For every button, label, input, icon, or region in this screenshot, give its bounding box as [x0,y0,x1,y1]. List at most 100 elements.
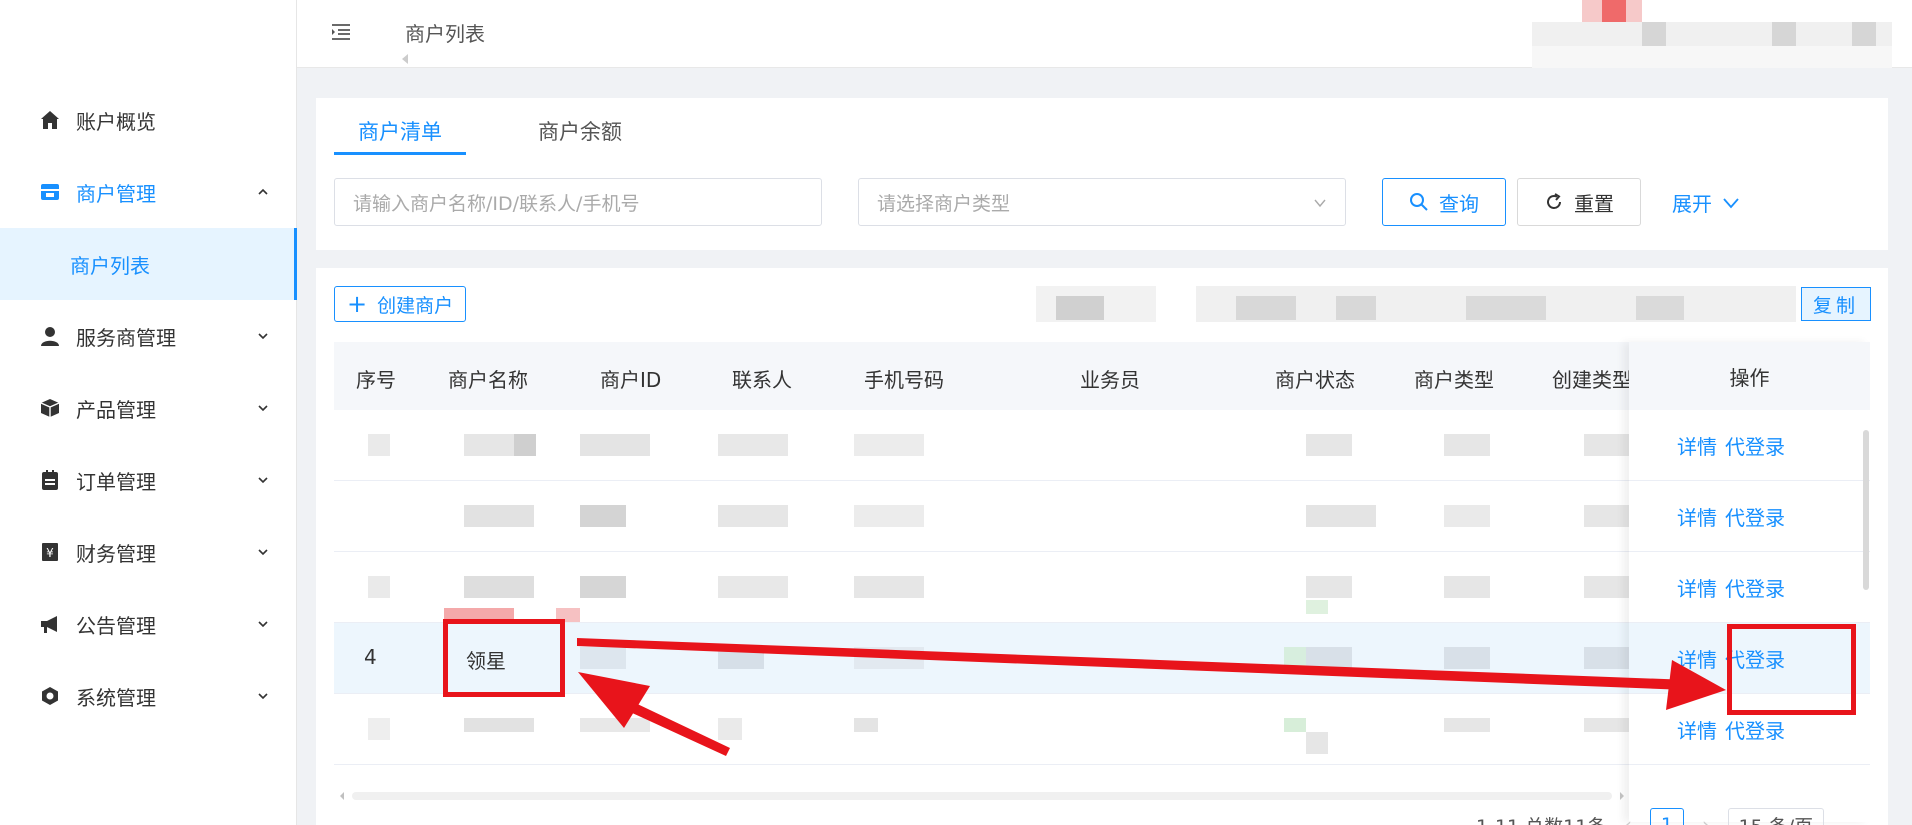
proxy-login-link[interactable]: 代登录 [1725,502,1785,531]
chevron-up-icon [258,188,268,195]
create-merchant-button[interactable]: + 创建商户 [334,286,467,322]
refresh-icon [1547,193,1561,209]
pixelated-cell [718,718,742,740]
copy-button-label: 复制 [1812,294,1859,317]
pixelated-cell [1306,732,1328,754]
tab-merchant-balance[interactable]: 商户余额 [538,116,622,146]
sidebar-item-announcement[interactable]: 公告管理 [0,588,297,660]
next-page-icon[interactable]: › [1702,814,1710,825]
detail-link[interactable]: 详情 [1677,644,1717,673]
sidebar-item-order[interactable]: 订单管理 [0,444,297,516]
menu-fold-icon[interactable] [329,20,353,44]
yuan-icon: ¥ [38,540,62,564]
detail-link[interactable]: 详情 [1677,715,1717,744]
breadcrumb[interactable]: 商户列表 [405,18,485,47]
sidebar-item-label: 商户列表 [70,253,150,278]
keyword-search-placeholder: 请输入商户名称/ID/联系人/手机号 [353,192,640,215]
detail-link[interactable]: 详情 [1677,502,1717,531]
pixelated-cell [1284,647,1306,669]
sidebar-item-product[interactable]: 产品管理 [0,372,297,444]
merchant-type-placeholder: 请选择商户类型 [877,192,1011,215]
row-actions: 详情 代登录 [1629,552,1870,623]
sidebar-item-merchant-list[interactable]: 商户列表 [0,228,297,300]
sidebar-item-label: 商户管理 [76,181,156,206]
query-button[interactable]: 查询 [1382,178,1506,226]
reset-button[interactable]: 重置 [1517,178,1641,226]
pixelated-cell [1584,718,1630,732]
sidebar-item-label: 账户概览 [76,109,156,134]
breadcrumb-scroll-indicator [402,54,408,64]
create-merchant-label: 创建商户 [377,294,454,317]
pixelated-cell [1306,434,1352,456]
pixelated-cell [580,718,650,732]
pagination: 1-11 总数11条 ‹ 1 › 15 条/页 [1476,808,1825,825]
proxy-login-link[interactable]: 代登录 [1725,573,1785,602]
page-number[interactable]: 1 [1649,808,1684,825]
detail-link[interactable]: 详情 [1677,573,1717,602]
column-header-status: 商户状态 [1275,368,1355,392]
pixelated-cell [1306,647,1352,669]
prev-page-icon[interactable]: ‹ [1624,814,1632,825]
plus-icon: + [347,290,368,318]
column-header-actions: 操作 [1629,342,1870,410]
top-header: 商户列表 [297,0,1912,68]
table-card: + 创建商户 复制 序号 商户名称 商户ID 联系人 手机号码 业务员 商户状态… [316,268,1888,825]
reset-button-label: 重置 [1574,191,1614,216]
annotation-box-proxy-login [1727,624,1856,715]
horizontal-scrollbar[interactable] [338,784,1628,800]
keyword-search-input[interactable]: 请输入商户名称/ID/联系人/手机号 [334,178,822,226]
home-icon [38,108,62,132]
sidebar-item-system[interactable]: 系统管理 [0,660,297,732]
expand-filters-button[interactable]: 展开 [1672,188,1740,217]
box-icon [38,396,62,420]
copy-button[interactable]: 复制 [1801,287,1871,321]
chevron-down-icon [1314,199,1326,208]
svg-text:¥: ¥ [46,546,54,560]
search-icon [1410,193,1428,211]
sidebar-item-merchant-management[interactable]: 商户管理 [0,156,297,228]
pagination-summary: 1-11 总数11条 [1476,812,1606,825]
chevron-down-icon [258,477,268,484]
pixelated-cell [464,505,534,527]
pixelated-cell [1444,434,1490,456]
pixelated-cell [580,576,626,598]
column-header-contact: 联系人 [732,368,792,392]
annotation-box-merchant-name [443,619,565,697]
sidebar-item-account-overview[interactable]: 账户概览 [0,84,297,156]
proxy-login-link[interactable]: 代登录 [1725,715,1785,744]
pixelated-cell [1584,647,1630,669]
chevron-down-icon [258,621,268,628]
column-header-salesperson: 业务员 [1080,368,1140,392]
sidebar-item-service-provider[interactable]: 服务商管理 [0,300,297,372]
merchant-type-select[interactable]: 请选择商户类型 [858,178,1346,226]
vertical-scrollbar[interactable] [1862,410,1870,770]
pixelated-cell [368,718,390,740]
pixelated-cell [854,434,924,456]
row-actions: 详情 代登录 [1629,410,1870,481]
chevron-down-icon [258,405,268,412]
detail-link[interactable]: 详情 [1677,431,1717,460]
row-actions: 详情 代登录 [1629,481,1870,552]
pixelated-cell [718,576,788,598]
chevron-down-icon [258,693,268,700]
pixelated-cell [514,434,536,456]
column-header-phone: 手机号码 [864,368,944,392]
chevron-down-icon [1723,197,1739,208]
pixelated-cell [464,718,534,732]
sidebar-item-label: 服务商管理 [76,325,176,350]
query-button-label: 查询 [1439,191,1479,216]
pixelated-cell [368,576,390,598]
sidebar-item-finance[interactable]: ¥ 财务管理 [0,516,297,588]
scrollbar-thumb[interactable] [1863,430,1869,590]
tab-merchant-list[interactable]: 商户清单 [358,116,442,146]
pixelated-cell [1444,718,1490,732]
pixelated-cell [1444,505,1490,527]
column-header-index: 序号 [356,368,396,392]
proxy-login-link[interactable]: 代登录 [1725,431,1785,460]
page-size-select[interactable]: 15 条/页 [1727,808,1825,825]
pixelated-cell [368,434,390,456]
pixelated-cell [1306,505,1376,527]
search-card: 商户清单 商户余额 请输入商户名称/ID/联系人/手机号 请选择商户类型 查询 … [316,98,1888,250]
horizontal-scrollbar-track [340,792,1624,800]
actions-column: 操作 详情 代登录 详情 代登录 详情 代登录 详情 代登录 详情 代登录 [1629,342,1870,822]
